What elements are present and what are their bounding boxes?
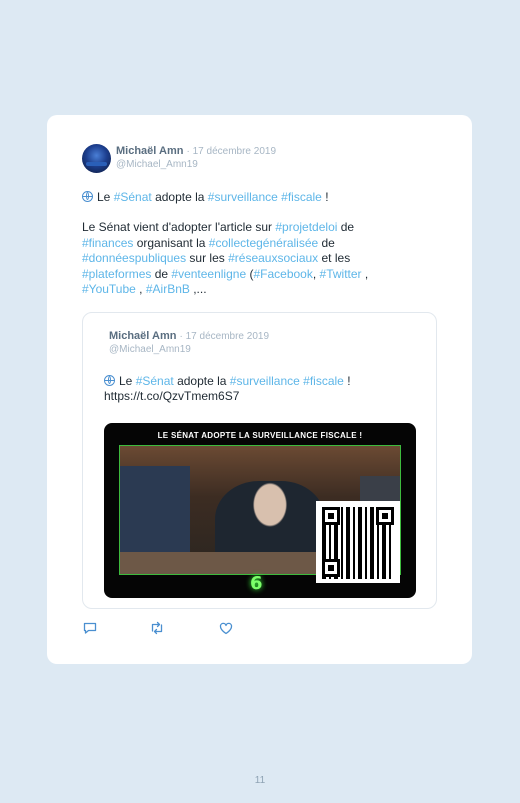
video-banner: LE SÉNAT ADOPTE LA SURVEILLANCE FISCALE … bbox=[157, 431, 363, 440]
qr-finder bbox=[376, 507, 394, 525]
text: ! bbox=[343, 374, 351, 388]
quoted-tweet[interactable]: Michaël Amn · 17 décembre 2019 @Michael_… bbox=[82, 312, 437, 609]
hashtag-link[interactable]: #surveillance bbox=[208, 190, 278, 204]
author-line: Michaël Amn · 17 décembre 2019 bbox=[116, 145, 276, 157]
tweet-body-line: Le Sénat vient d'adopter l'article sur #… bbox=[82, 220, 368, 236]
globe-icon bbox=[104, 375, 115, 386]
tweet-body-line: #plateformes de #venteenligne (#Facebook… bbox=[82, 267, 368, 283]
text: de bbox=[337, 220, 355, 234]
hashtag-link[interactable]: #donnéespubliques bbox=[82, 251, 186, 265]
text: ,... bbox=[189, 282, 207, 296]
tweet-date[interactable]: · 17 décembre 2019 bbox=[187, 146, 277, 157]
tweet-body-line: #donnéespubliques sur les #réseauxsociau… bbox=[82, 251, 368, 267]
text: ! bbox=[321, 190, 329, 204]
qr-finder bbox=[322, 507, 340, 525]
tweet-body-line: #YouTube , #AirBnB ,... bbox=[82, 282, 368, 298]
hashtag-link[interactable]: #YouTube bbox=[82, 282, 136, 296]
hashtag-link[interactable]: #fiscale bbox=[303, 374, 344, 388]
hashtag-link[interactable]: #Facebook bbox=[253, 267, 312, 281]
tweet-card: Michaël Amn · 17 décembre 2019 @Michael_… bbox=[47, 115, 472, 664]
quoted-author-line: Michaël Amn · 17 décembre 2019 bbox=[109, 330, 269, 342]
text: de bbox=[151, 266, 172, 281]
retweet-icon[interactable] bbox=[149, 620, 165, 636]
page-number: 11 bbox=[254, 775, 266, 786]
hashtag-link[interactable]: #projetdeloi bbox=[275, 220, 337, 234]
hashtag-link[interactable]: #collectegénéralisée bbox=[209, 236, 318, 250]
hashtag-link[interactable]: #Twitter bbox=[320, 267, 362, 281]
like-icon[interactable] bbox=[218, 620, 234, 636]
text: Le bbox=[119, 374, 136, 388]
quoted-author-name: Michaël Amn bbox=[109, 330, 177, 342]
quoted-line-1: Le #Sénat adopte la #surveillance #fisca… bbox=[104, 374, 351, 389]
author-handle: @Michael_Amn19 bbox=[116, 159, 198, 170]
text: , bbox=[361, 266, 369, 281]
qr-finder bbox=[322, 559, 340, 577]
hashtag-link[interactable]: #Sénat bbox=[114, 190, 152, 204]
tweet-body-line: #finances organisant la #collectegénéral… bbox=[82, 236, 368, 252]
tweet-line-1: Le #Sénat adopte la #surveillance #fisca… bbox=[82, 190, 329, 206]
hashtag-link[interactable]: #venteenligne bbox=[171, 267, 246, 281]
quoted-link[interactable]: https://t.co/QzvTmem6S7 bbox=[104, 389, 239, 404]
text: sur les bbox=[186, 251, 229, 265]
text: Le bbox=[97, 190, 114, 204]
text: adopte la bbox=[173, 374, 230, 388]
text: adopte la bbox=[151, 190, 208, 204]
text: et les bbox=[318, 251, 351, 265]
channel-logo: 6 bbox=[250, 573, 263, 594]
globe-icon bbox=[82, 191, 93, 202]
text: de bbox=[318, 235, 335, 250]
hashtag-link[interactable]: #plateformes bbox=[82, 267, 151, 281]
video-thumbnail[interactable]: LE SÉNAT ADOPTE LA SURVEILLANCE FISCALE … bbox=[104, 423, 416, 598]
hashtag-link[interactable]: #finances bbox=[82, 236, 133, 250]
hashtag-link[interactable]: #surveillance bbox=[230, 374, 300, 388]
quoted-handle: @Michael_Amn19 bbox=[109, 344, 191, 355]
tweet-body: Le Sénat vient d'adopter l'article sur #… bbox=[82, 220, 368, 298]
quoted-date: · 17 décembre 2019 bbox=[179, 331, 270, 342]
text: organisant la bbox=[133, 235, 209, 250]
hashtag-link[interactable]: #Sénat bbox=[136, 374, 174, 388]
text: , bbox=[135, 282, 146, 296]
text: Le Sénat vient d'adopter l'article sur bbox=[82, 220, 276, 234]
author-name[interactable]: Michaël Amn bbox=[116, 145, 183, 157]
reply-icon[interactable] bbox=[82, 620, 98, 636]
hashtag-link[interactable]: #réseauxsociaux bbox=[228, 251, 318, 265]
hashtag-link[interactable]: #AirBnB bbox=[146, 282, 190, 296]
qr-code bbox=[316, 501, 400, 583]
avatar[interactable] bbox=[82, 144, 111, 173]
text: , bbox=[312, 266, 320, 281]
hashtag-link[interactable]: #fiscale bbox=[281, 190, 322, 204]
